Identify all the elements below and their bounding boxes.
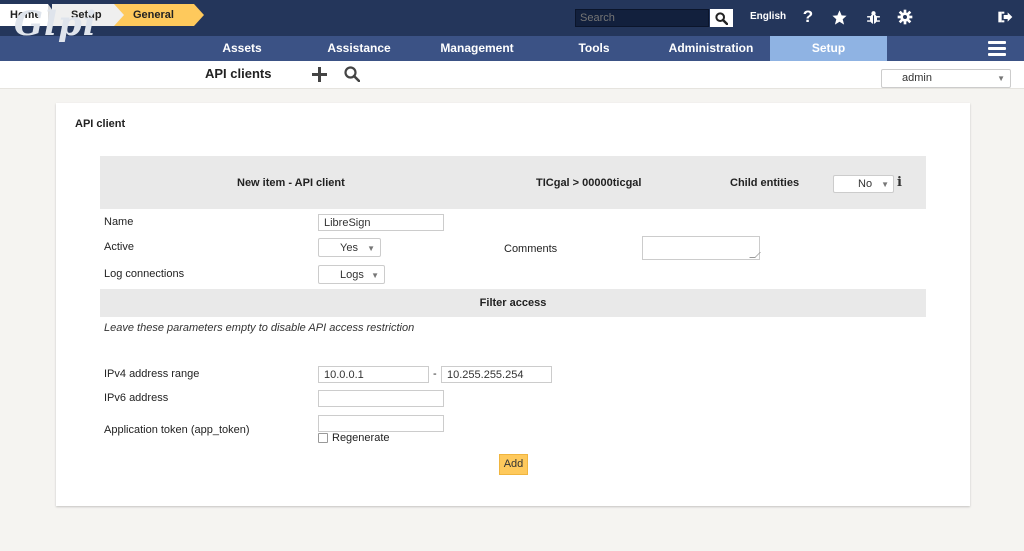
menu-assistance[interactable]: Assistance — [315, 36, 403, 61]
resize-handle[interactable] — [749, 252, 761, 258]
form-header: New item - API client TICgal > 00000ticg… — [100, 156, 926, 209]
active-value: Yes — [340, 242, 358, 254]
breadcrumb-separator — [194, 4, 204, 26]
filter-hint: Leave these parameters empty to disable … — [104, 322, 415, 334]
child-entities-value: No — [858, 178, 873, 190]
info-icon[interactable]: i — [897, 175, 902, 190]
entity-path: TICgal > 00000ticgal — [536, 177, 642, 189]
logout-icon[interactable] — [995, 6, 1015, 28]
chevron-down-icon: ▼ — [367, 244, 375, 253]
search-button[interactable] — [710, 9, 733, 27]
log-connections-value: Logs — [340, 269, 364, 281]
ipv4-separator: - — [433, 368, 437, 380]
breadcrumb — [0, 61, 1024, 89]
star-icon[interactable] — [829, 6, 849, 28]
gear-icon[interactable] — [895, 6, 915, 28]
language-selector[interactable]: English — [750, 11, 786, 22]
menu-tools[interactable]: Tools — [568, 36, 620, 61]
app-token-label: Application token (app_token) — [104, 424, 250, 436]
card-title: API client — [75, 118, 126, 130]
profile-select[interactable]: admin ▼ — [881, 69, 1011, 88]
help-icon[interactable]: ? — [798, 6, 818, 28]
glpi-logo[interactable]: Glpi — [6, 4, 96, 56]
ipv4-end-input[interactable] — [441, 366, 552, 383]
ipv4-label: IPv4 address range — [104, 368, 200, 380]
main-menu: Assets Assistance Management Tools Admin… — [0, 36, 1024, 61]
breadcrumb-general[interactable]: General — [114, 4, 194, 26]
child-entities-label: Child entities — [730, 177, 800, 189]
filter-access-header: Filter access — [100, 289, 926, 317]
logo-text: Glpi — [14, 4, 97, 44]
chevron-down-icon: ▼ — [371, 271, 379, 280]
search-icon[interactable] — [342, 64, 362, 84]
global-search-input[interactable] — [575, 9, 709, 27]
hamburger-menu-icon[interactable] — [988, 41, 1006, 56]
menu-assets[interactable]: Assets — [206, 36, 278, 61]
profile-select-value: admin — [902, 72, 932, 84]
name-input[interactable] — [318, 214, 444, 231]
search-icon — [715, 11, 728, 25]
menu-management[interactable]: Management — [430, 36, 524, 61]
chevron-down-icon: ▼ — [997, 74, 1005, 83]
name-label: Name — [104, 216, 134, 228]
ipv4-start-input[interactable] — [318, 366, 429, 383]
log-connections-label: Log connections — [104, 268, 185, 280]
regenerate-label[interactable]: Regenerate — [332, 432, 390, 444]
log-connections-select[interactable]: Logs ▼ — [318, 265, 385, 284]
bug-icon[interactable] — [863, 6, 883, 28]
comments-label: Comments — [504, 243, 558, 255]
add-icon[interactable] — [309, 64, 329, 84]
ipv6-input[interactable] — [318, 390, 444, 407]
chevron-down-icon: ▼ — [881, 180, 889, 189]
app-token-input[interactable] — [318, 415, 444, 432]
active-select[interactable]: Yes ▼ — [318, 238, 381, 257]
form-title: New item - API client — [237, 177, 345, 189]
comments-textarea[interactable] — [642, 236, 761, 260]
breadcrumb-separator — [114, 4, 124, 26]
page-title[interactable]: API clients — [205, 66, 271, 81]
menu-setup[interactable]: Setup — [770, 36, 887, 61]
menu-administration[interactable]: Administration — [655, 36, 767, 61]
add-button[interactable]: Add — [499, 454, 528, 475]
active-label: Active — [104, 241, 134, 253]
regenerate-checkbox[interactable] — [318, 433, 328, 443]
child-entities-select[interactable]: No ▼ — [833, 175, 894, 193]
api-client-form-card: API client New item - API client TICgal … — [56, 103, 970, 506]
ipv6-label: IPv6 address — [104, 392, 169, 404]
